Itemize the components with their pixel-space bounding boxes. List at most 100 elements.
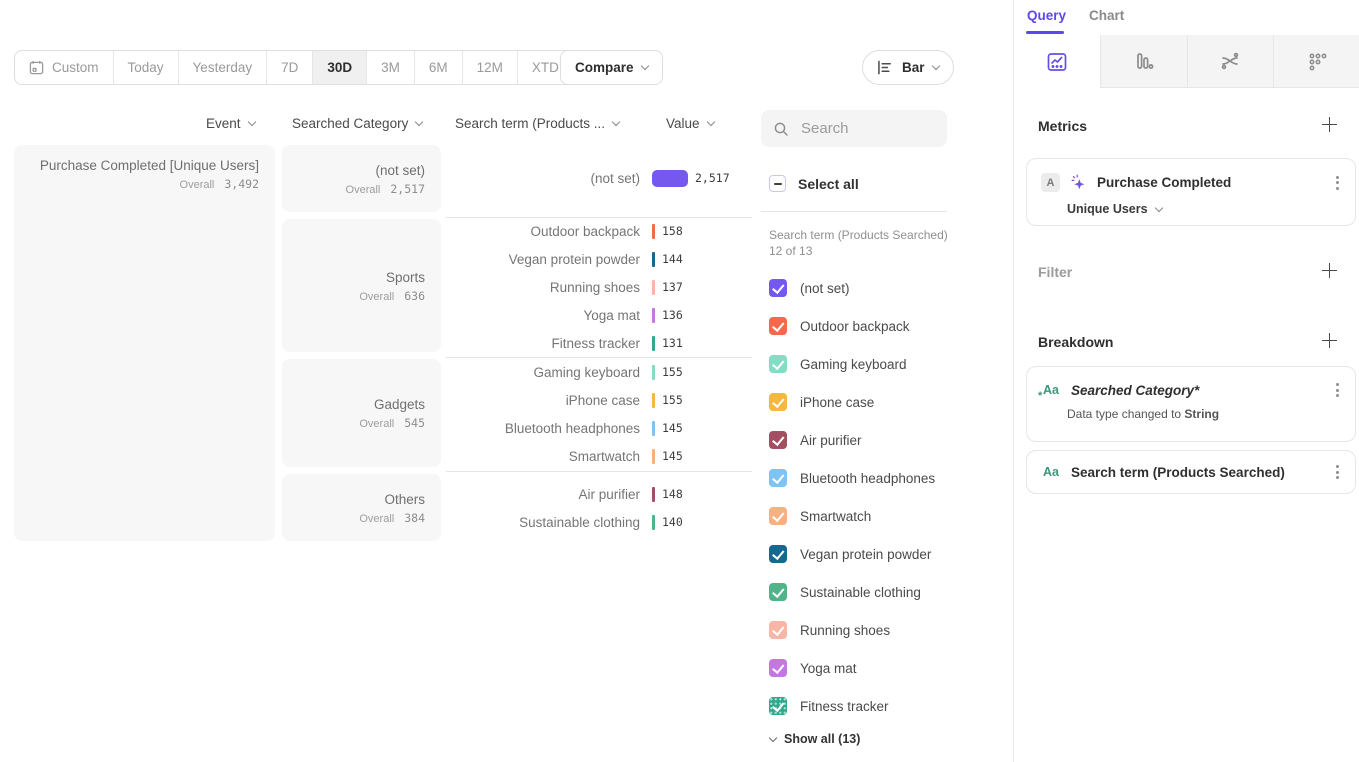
date-range-label: Yesterday [193,60,253,75]
filter-section-title: Filter [1038,264,1072,280]
add-metric-button[interactable] [1322,117,1337,132]
insights-chart-icon [1045,50,1069,74]
legend-item[interactable]: Vegan protein powder [769,535,989,573]
event-overall-value: 3,492 [224,177,259,191]
legend-search-input[interactable] [799,119,929,138]
tab-chart[interactable]: Chart [1089,8,1124,23]
date-range-7d[interactable]: 7D [266,51,312,84]
column-header-searched-category[interactable]: Searched Category [292,116,422,131]
chart-type-select[interactable]: Bar [862,50,954,85]
legend-item[interactable]: Air purifier [769,421,989,459]
chevron-down-icon [706,118,714,126]
value-row[interactable]: Outdoor backpack 158 [446,220,746,242]
breakdown-section-title: Breakdown [1038,334,1113,350]
legend-item-label: Air purifier [800,433,862,448]
legend-item[interactable]: Running shoes [769,611,989,649]
column-header-value[interactable]: Value [666,116,714,131]
date-range-30d[interactable]: 30D [312,51,366,84]
legend-item[interactable]: Yoga mat [769,649,989,687]
column-header-search-term[interactable]: Search term (Products ... [455,116,619,131]
tab-funnels[interactable] [1100,35,1187,88]
value-row[interactable]: Running shoes 137 [446,276,746,298]
date-range-today[interactable]: Today [113,51,178,84]
tab-retention[interactable] [1273,35,1359,88]
date-range-custom[interactable]: Custom [15,51,113,84]
date-range-12m[interactable]: 12M [462,51,517,84]
legend-section-label: Search term (Products Searched) 12 of 13 [769,227,949,259]
legend-item-label: Sustainable clothing [800,585,921,600]
value-bar [652,449,655,464]
legend-item[interactable]: Fitness tracker [769,687,989,725]
checked-checkbox-icon [769,431,787,449]
date-range-6m[interactable]: 6M [414,51,462,84]
legend-item[interactable]: Smartwatch [769,497,989,535]
legend-item[interactable]: Outdoor backpack [769,307,989,345]
value-row[interactable]: Bluetooth headphones 145 [446,417,746,439]
checked-checkbox-icon [769,621,787,639]
value-row[interactable]: (not set) 2,517 [446,167,746,189]
chevron-down-icon [247,118,255,126]
date-range-3m[interactable]: 3M [366,51,414,84]
legend-search[interactable] [761,110,947,147]
row-label: Smartwatch [446,449,640,464]
tab-insights[interactable] [1014,35,1100,88]
row-label: Vegan protein powder [446,252,640,267]
event-cell[interactable]: Purchase Completed [Unique Users] Overal… [14,145,275,541]
value-row[interactable]: Sustainable clothing 140 [446,511,746,533]
value-row[interactable]: Vegan protein powder 144 [446,248,746,270]
category-name: Others [384,491,425,509]
legend-item[interactable]: (not set) [769,269,989,307]
chevron-down-icon [415,118,423,126]
tab-query[interactable]: Query [1027,8,1066,23]
row-value: 158 [662,224,683,238]
breakdown-card-search-term[interactable]: Aa Search term (Products Searched) [1026,450,1356,494]
row-label: Outdoor backpack [446,224,640,239]
select-all-label: Select all [798,176,859,192]
breakdown-note: Data type changed to String [1067,407,1355,421]
value-row[interactable]: Yoga mat 136 [446,304,746,326]
show-all-button[interactable]: Show all (13) [770,732,860,746]
overall-label: Overall [359,418,394,430]
column-header-label: Event [206,116,241,131]
kebab-menu-icon[interactable] [1334,463,1341,481]
value-row[interactable]: iPhone case 155 [446,389,746,411]
tab-flows[interactable] [1187,35,1274,88]
string-type-icon: Aa [1041,464,1061,480]
category-cell-sports[interactable]: Sports Overall636 [282,219,441,352]
checked-checkbox-icon [769,393,787,411]
chevron-down-icon [931,62,939,70]
kebab-menu-icon[interactable] [1334,381,1341,399]
value-row[interactable]: Smartwatch 145 [446,445,746,467]
group-separator [446,471,752,472]
row-value: 145 [662,421,683,435]
legend-item[interactable]: Gaming keyboard [769,345,989,383]
value-bar [652,515,655,530]
value-row[interactable]: Gaming keyboard 155 [446,361,746,383]
column-header-label: Search term (Products ... [455,116,605,131]
measure-label: Unique Users [1067,202,1148,216]
bars-icon [1132,49,1156,73]
bar-chart-icon [877,60,894,75]
value-row[interactable]: Air purifier 148 [446,483,746,505]
column-header-event[interactable]: Event [206,116,255,131]
add-filter-button[interactable] [1322,263,1337,278]
compare-button[interactable]: Compare [560,50,663,85]
category-cell-not-set[interactable]: (not set) Overall2,517 [282,145,441,212]
metric-card[interactable]: A Purchase Completed Unique Users [1026,158,1356,226]
legend-item[interactable]: Sustainable clothing [769,573,989,611]
date-range-yesterday[interactable]: Yesterday [178,51,267,84]
category-cell-gadgets[interactable]: Gadgets Overall545 [282,359,441,467]
value-row[interactable]: Fitness tracker 131 [446,332,746,354]
select-all-checkbox[interactable]: Select all [769,175,859,192]
breakdown-card-searched-category[interactable]: Aa * Searched Category* Data type change… [1026,366,1356,442]
category-cell-others[interactable]: Others Overall384 [282,474,441,541]
legend-item-label: (not set) [800,281,850,296]
legend-item-label: Bluetooth headphones [800,471,935,486]
checked-checkbox-icon [769,545,787,563]
legend-item[interactable]: iPhone case [769,383,989,421]
add-breakdown-button[interactable] [1322,333,1337,348]
kebab-menu-icon[interactable] [1334,174,1341,192]
breakdown-name: Searched Category* [1071,383,1324,398]
legend-item[interactable]: Bluetooth headphones [769,459,989,497]
measure-dropdown[interactable]: Unique Users [1067,202,1355,228]
